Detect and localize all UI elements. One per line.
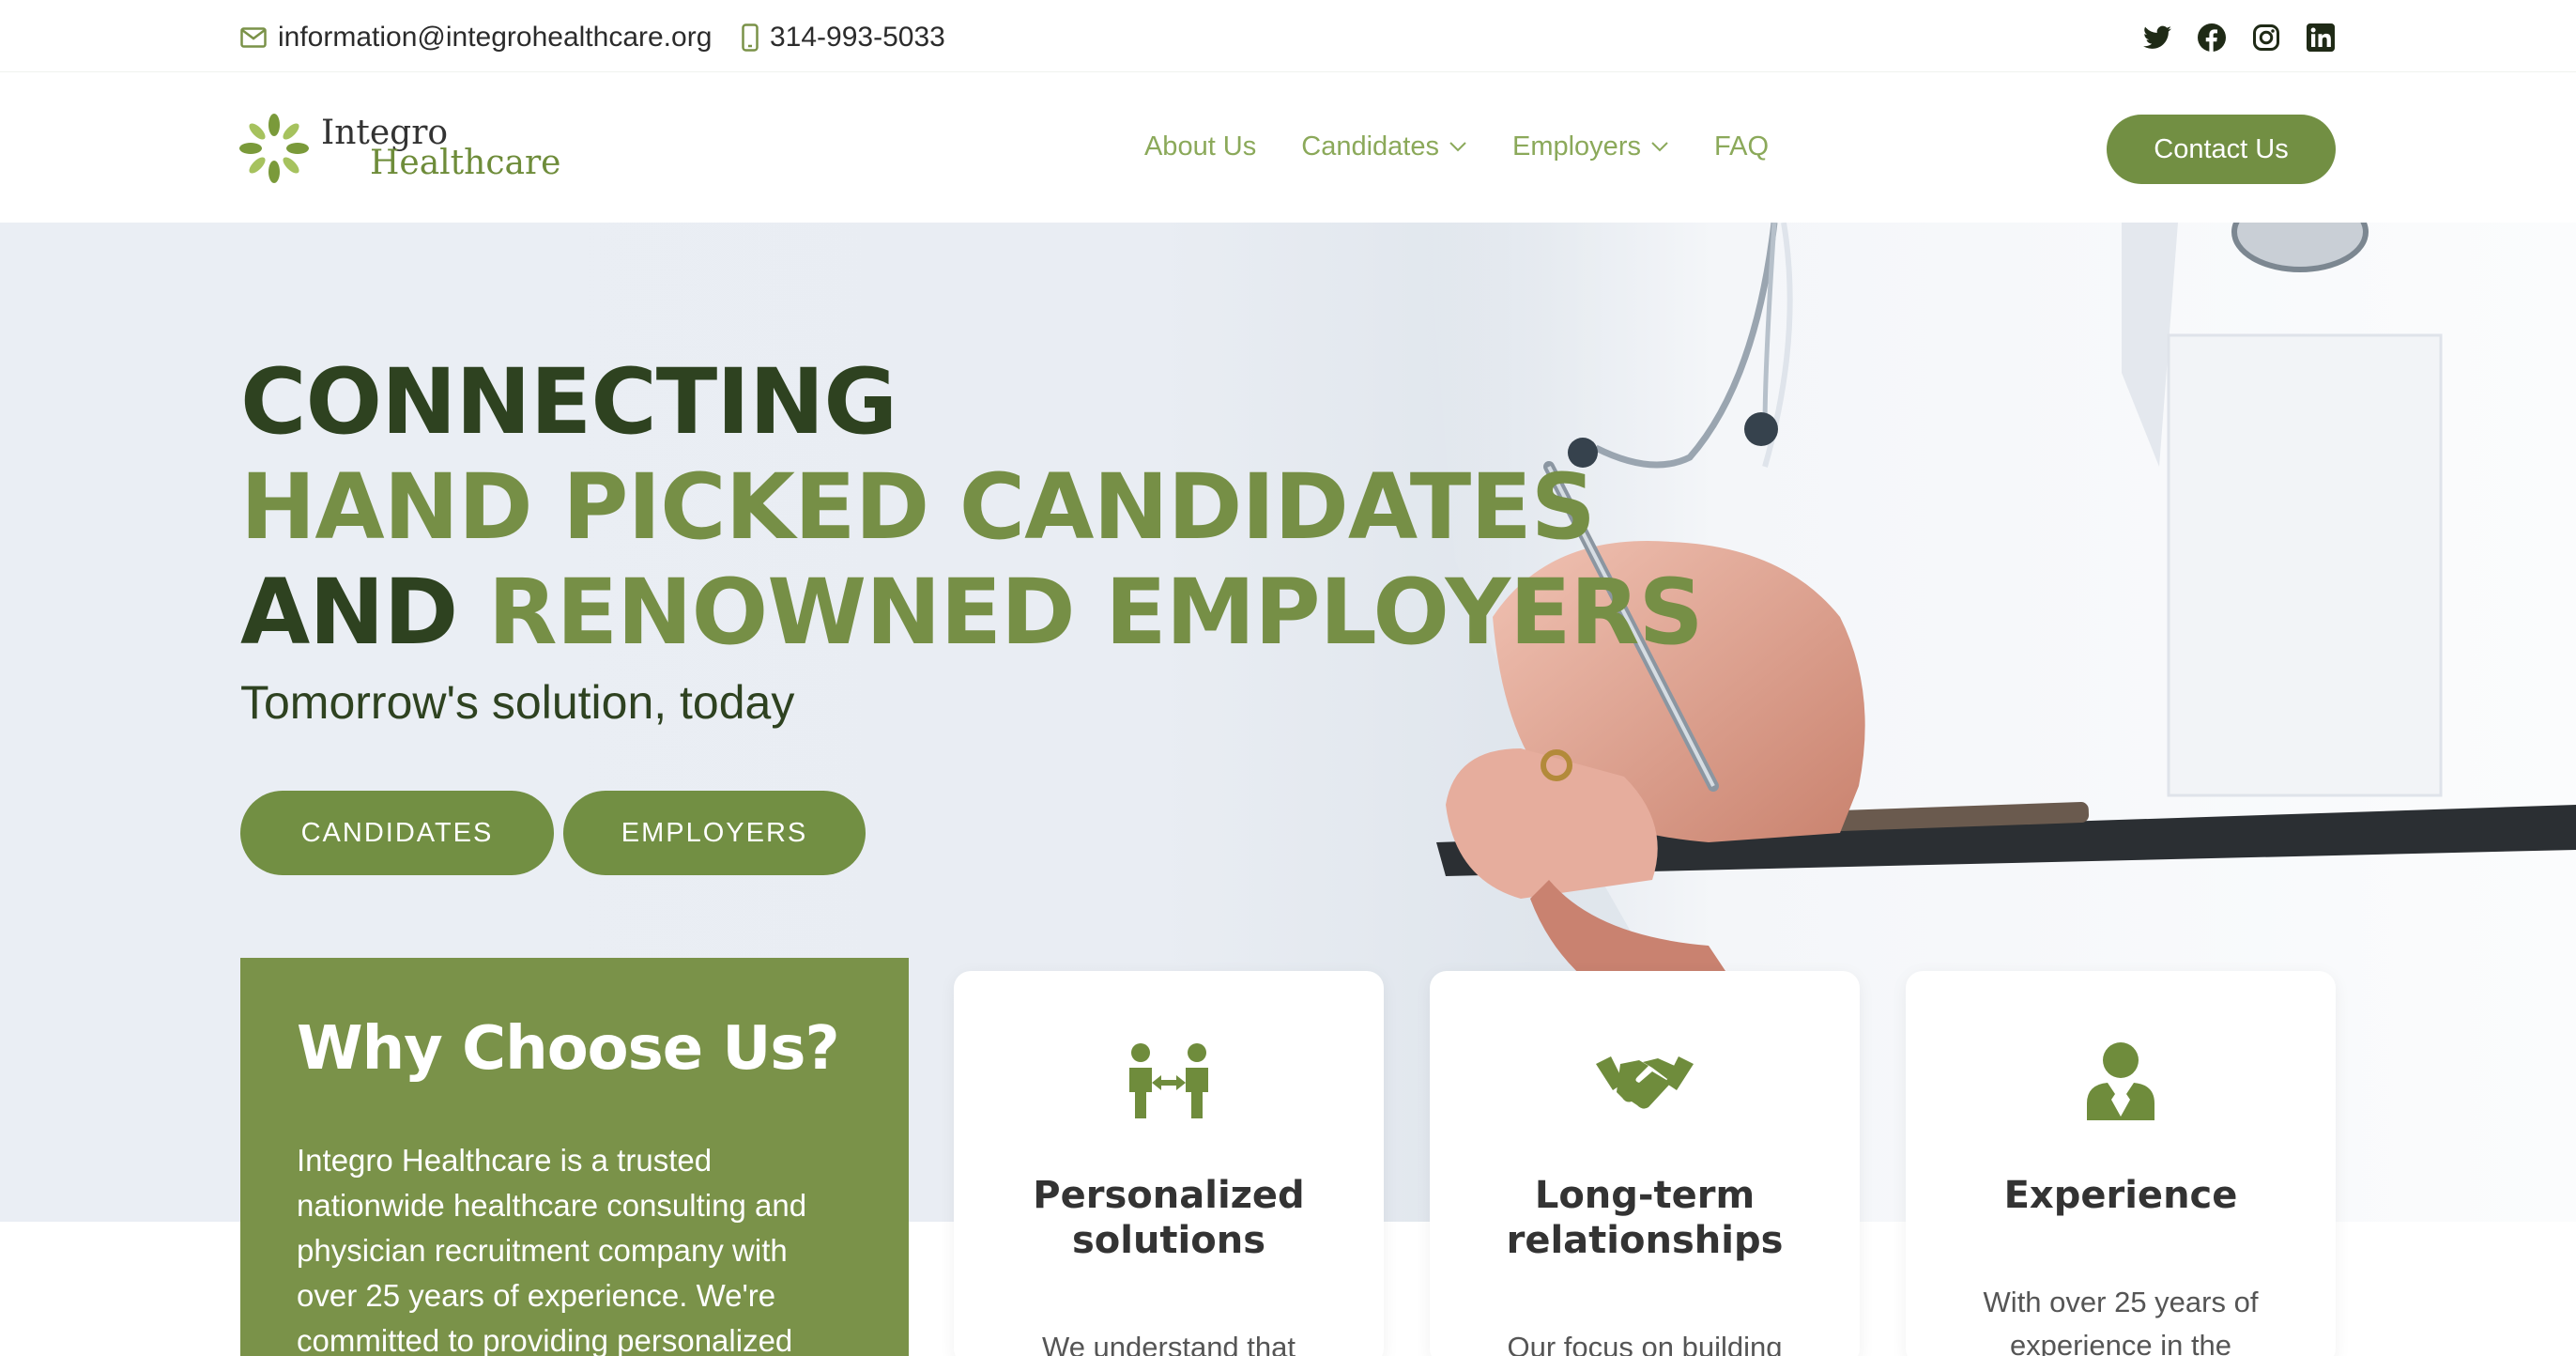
twitter-icon[interactable]: [2142, 23, 2172, 53]
employers-button[interactable]: EMPLOYERS: [563, 791, 866, 875]
phone-contact[interactable]: 314-993-5033: [742, 19, 945, 56]
integro-logo[interactable]: Integro Healthcare: [238, 112, 560, 185]
why-text: Integro Healthcare is a trusted nationwi…: [297, 1143, 807, 1356]
contact-us-button[interactable]: Contact Us: [2107, 115, 2336, 184]
email-contact[interactable]: information@integrohealthcare.org: [240, 19, 712, 56]
card-title: Long-term relationships: [1506, 1174, 1784, 1262]
logo-line2: Healthcare: [370, 144, 561, 182]
mobile-phone-icon: [742, 23, 759, 52]
chevron-down-icon: [1449, 141, 1467, 152]
instagram-icon[interactable]: [2251, 23, 2281, 53]
headline-line3: AND RENOWNED EMPLOYERS: [240, 560, 1704, 665]
headline-line3-green: RENOWNED EMPLOYERS: [487, 560, 1704, 665]
phone-text: 314-993-5033: [770, 22, 945, 53]
candidates-button[interactable]: CANDIDATES: [240, 791, 554, 875]
card-title: Experience: [2003, 1174, 2238, 1217]
main-nav: About Us Candidates Employers FAQ: [1099, 126, 1769, 167]
nav-faq[interactable]: FAQ: [1714, 131, 1769, 162]
feature-card-experience: Experience With over 25 years of experie…: [1906, 971, 2336, 1356]
card-text: Our focus on building: [1507, 1331, 1783, 1356]
card-text: With over 25 years of experience in the: [1983, 1286, 2259, 1356]
why-choose-us-panel: Why Choose Us? Integro Healthcare is a t…: [240, 958, 909, 1356]
professional-person-icon: [1906, 1039, 2336, 1123]
nav-candidates-label: Candidates: [1301, 131, 1439, 162]
headline-line1: CONNECTING: [240, 349, 897, 455]
linkedin-icon[interactable]: [2306, 23, 2336, 53]
email-text: information@integrohealthcare.org: [278, 22, 713, 53]
main-header: Integro Healthcare About Us Candidates E…: [0, 72, 2576, 223]
card-title: Personalized solutions: [1033, 1174, 1305, 1262]
chevron-down-icon: [1650, 141, 1669, 152]
social-links: [2142, 19, 2336, 56]
hero-tagline: Tomorrow's solution, today: [240, 676, 795, 729]
nav-about-us[interactable]: About Us: [1144, 131, 1256, 162]
nav-candidates[interactable]: Candidates: [1301, 131, 1467, 162]
nav-employers[interactable]: Employers: [1512, 131, 1669, 162]
envelope-icon: [240, 27, 267, 48]
logo-wordmark: Integro Healthcare: [321, 116, 560, 180]
facebook-icon[interactable]: [2197, 23, 2227, 53]
feature-card-personalized: Personalized solutions We understand tha…: [954, 971, 1384, 1356]
nav-faq-label: FAQ: [1713, 131, 1769, 162]
logo-mark-icon: [239, 114, 309, 183]
handshake-icon: [1430, 1039, 1860, 1123]
card-text: We understand that: [1042, 1331, 1296, 1356]
top-contact-bar: information@integrohealthcare.org 314-99…: [0, 0, 2576, 72]
why-title: Why Choose Us?: [297, 1014, 840, 1084]
headline-line2: HAND PICKED CANDIDATES: [240, 455, 1596, 560]
nav-about-us-label: About Us: [1143, 131, 1257, 162]
nav-employers-label: Employers: [1511, 131, 1641, 162]
feature-card-relationships: Long-term relationships Our focus on bui…: [1430, 971, 1860, 1356]
headline-line3-dark: AND: [240, 560, 458, 665]
people-exchange-icon: [954, 1039, 1384, 1123]
hero-headline: CONNECTING HAND PICKED CANDIDATES AND RE…: [240, 349, 1704, 665]
